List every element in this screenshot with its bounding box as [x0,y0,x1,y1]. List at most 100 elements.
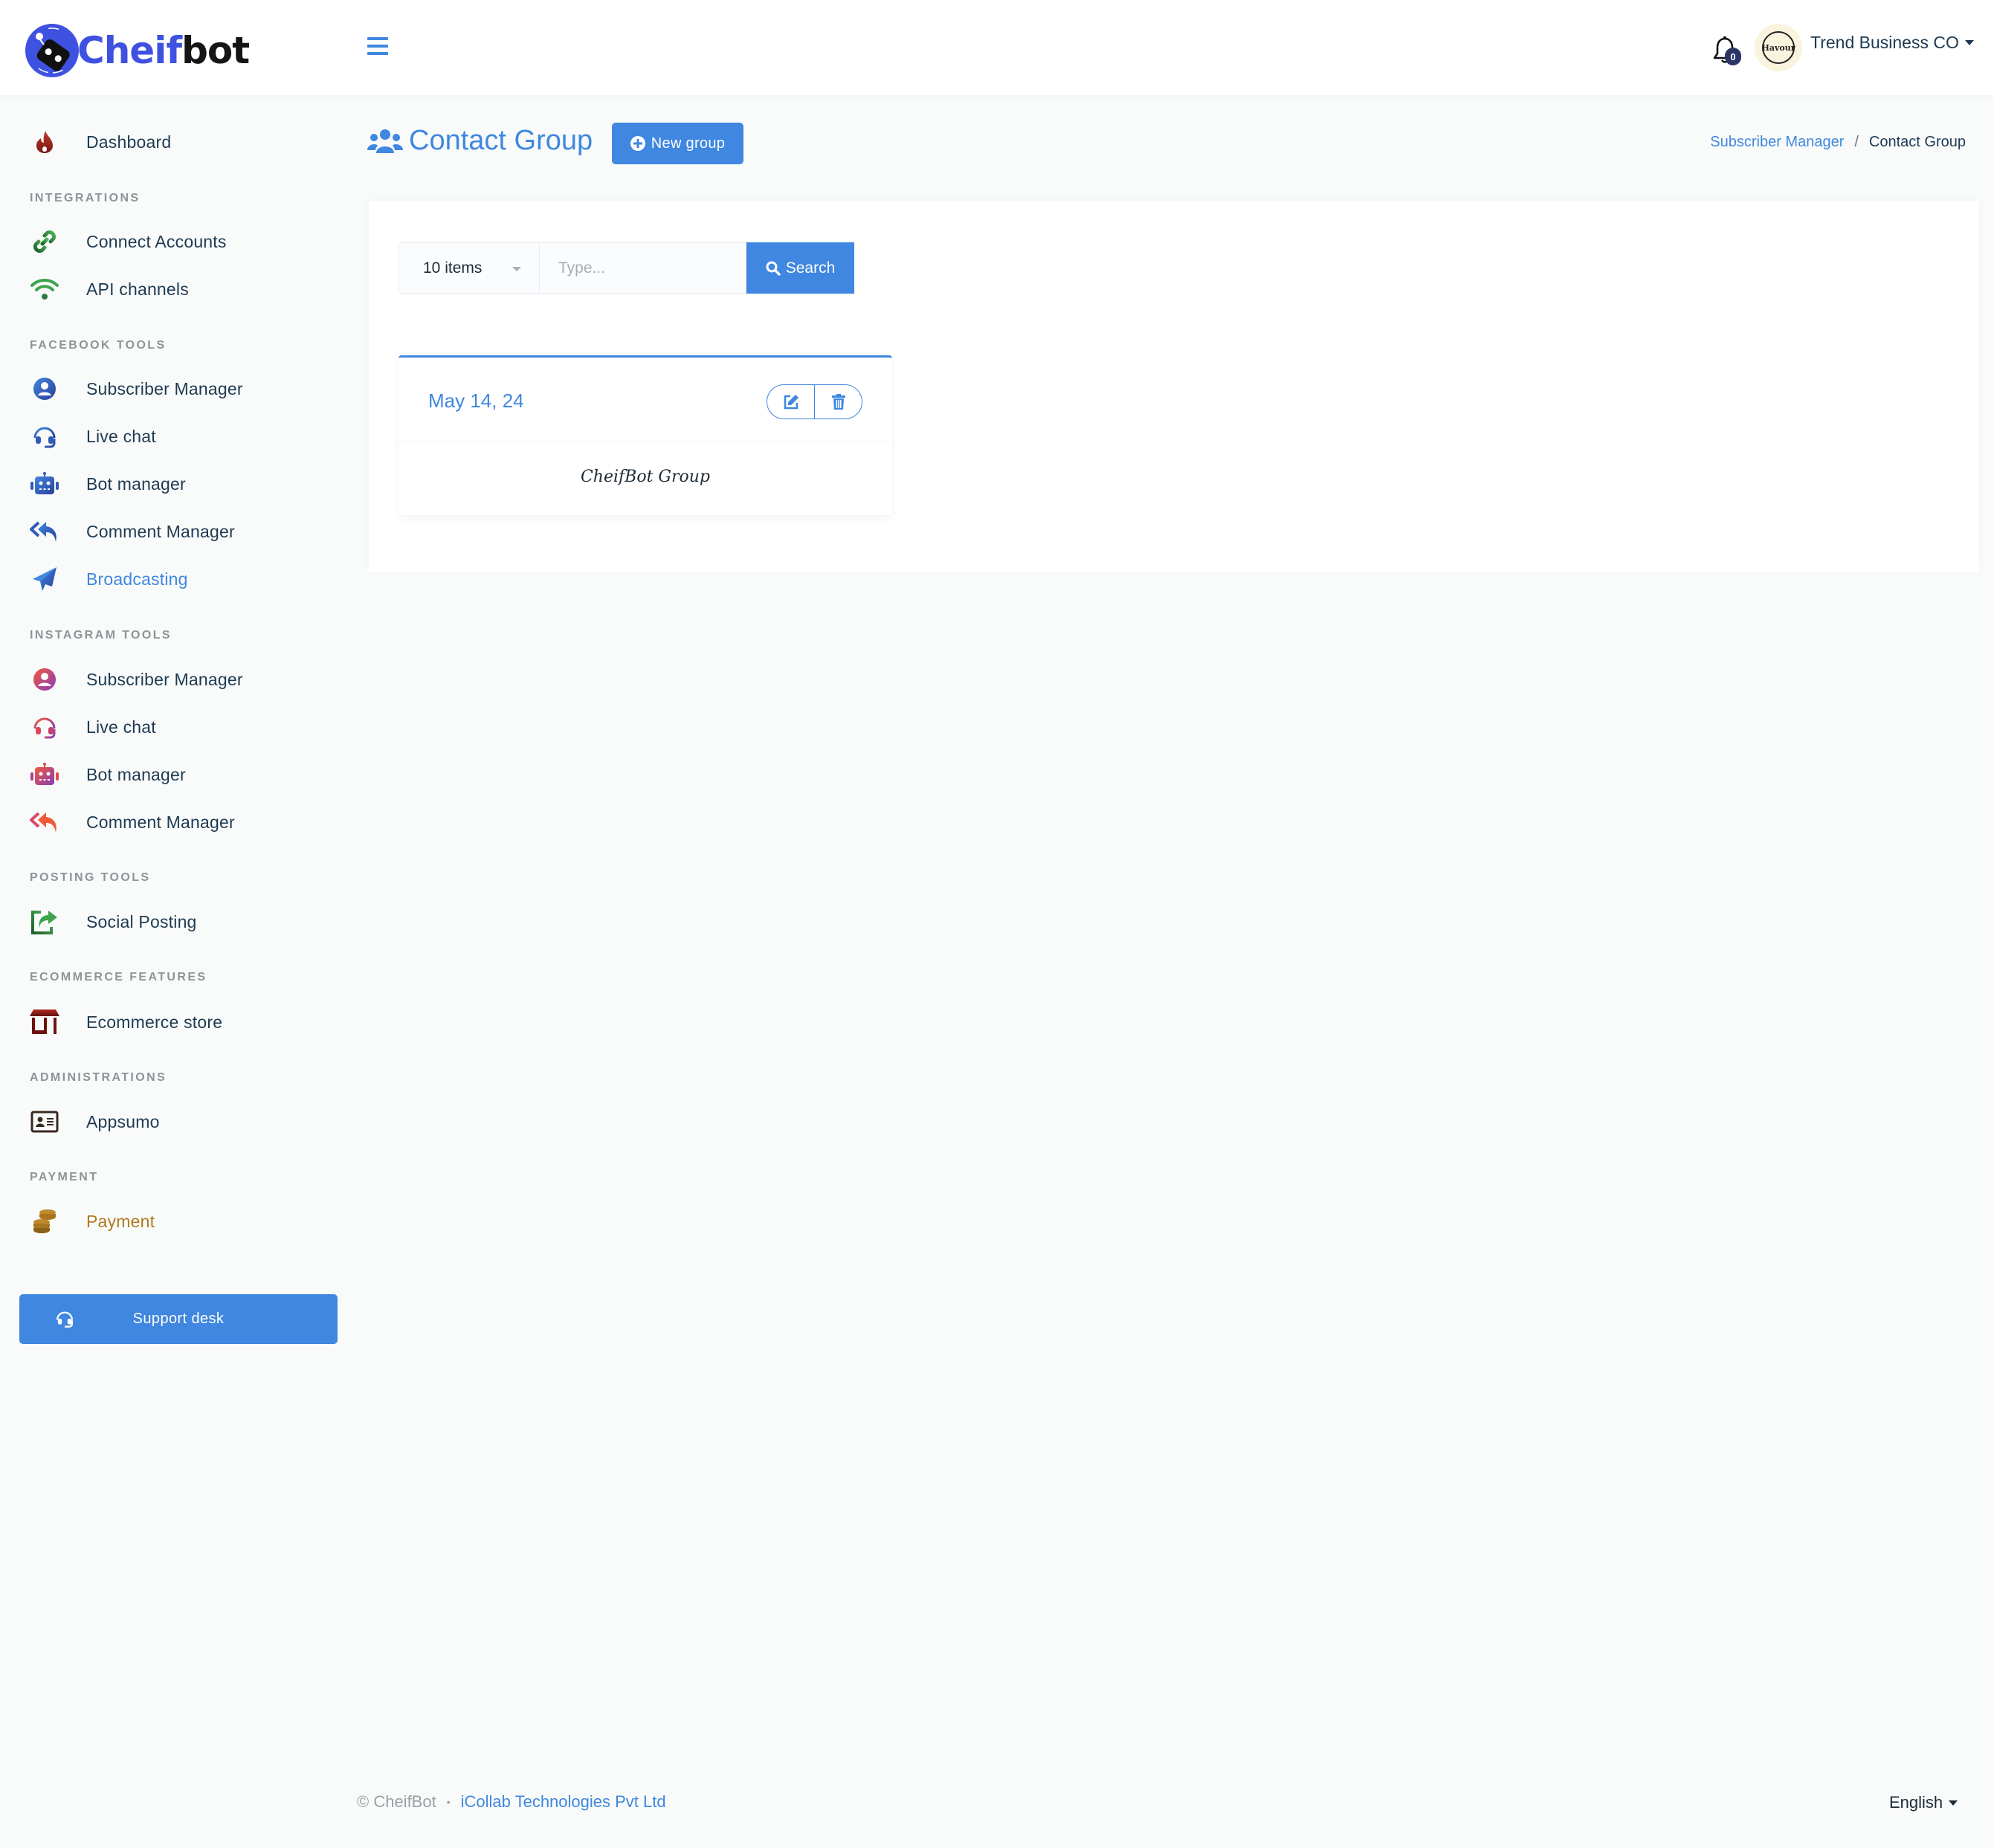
breadcrumb-separator: / [1854,134,1859,150]
user-circle-icon [30,665,59,694]
delete-group-button[interactable] [814,385,862,419]
users-icon [367,129,403,153]
page-size-select[interactable]: 10 items [399,242,540,294]
sidebar-item-appsumo[interactable]: Appsumo [0,1102,342,1141]
robot-icon [30,469,59,499]
sidebar-item-social-posting[interactable]: Social Posting [0,902,342,941]
sidebar-item-label: Subscriber Manager [86,669,243,689]
coins-icon [30,1206,59,1236]
sidebar-item-label: Payment [86,1211,155,1231]
sidebar-item-label: Comment Manager [86,521,235,541]
section-heading-integrations: INTEGRATIONS [30,192,141,204]
store-icon [30,1007,59,1037]
section-heading-posting-tools: POSTING TOOLS [30,871,151,884]
brand-logo[interactable]: Cheifbot [24,21,250,80]
new-group-label: New group [651,135,726,152]
footer-bullet: • [446,1796,451,1808]
breadcrumb-current: Contact Group [1868,134,1966,150]
new-group-button[interactable]: New group [612,123,743,164]
menu-toggle-icon[interactable] [367,37,388,56]
headset-icon [56,1311,74,1328]
sidebar-item-ig-live-chat[interactable]: Live chat [0,708,342,746]
sidebar-item-api-channels[interactable]: API channels [0,270,342,308]
language-dropdown[interactable]: English [1889,1793,1958,1812]
sidebar-item-ig-comment-manager[interactable]: Comment Manager [0,803,342,841]
user-circle-icon [30,374,59,404]
sidebar-item-dashboard[interactable]: Dashboard [0,123,342,161]
brand-name-part2: bot [181,29,250,72]
support-desk-label: Support desk [132,1311,225,1327]
section-heading-instagram-tools: INSTAGRAM TOOLS [30,629,172,642]
robot-icon [30,760,59,789]
footer-copyright: © CheifBot [357,1792,436,1811]
sidebar-item-ig-subscriber-manager[interactable]: Subscriber Manager [0,660,342,699]
sidebar-item-fb-comment-manager[interactable]: Comment Manager [0,512,342,551]
id-card-icon [30,1107,59,1137]
caret-down-icon [1964,40,1974,45]
notification-badge: 0 [1725,48,1741,65]
section-heading-payment: PAYMENT [30,1171,99,1183]
caret-down-icon [512,267,521,271]
sidebar-item-payment[interactable]: Payment [0,1202,342,1241]
user-menu-dropdown[interactable]: Trend Business CO [1810,33,1974,53]
sidebar-item-label: API channels [86,279,189,299]
brand-name: Cheifbot [77,29,250,72]
language-label: English [1889,1793,1943,1812]
caret-down-icon [1949,1800,1958,1806]
group-date: May 14, 24 [428,390,524,412]
group-actions [767,384,862,419]
edit-group-button[interactable] [767,385,814,419]
wifi-icon [30,274,59,304]
sidebar-item-label: Ecommerce store [86,1012,223,1032]
paper-plane-icon [30,564,59,594]
breadcrumb: Subscriber Manager / Contact Group [1710,134,1966,151]
section-heading-administrations: ADMINISTRATIONS [30,1071,167,1084]
section-heading-ecommerce-features: ECOMMERCE FEATURES [30,971,207,983]
sidebar-item-label: Live chat [86,717,156,737]
page-title: Contact Group [367,125,593,157]
headset-icon [30,421,59,451]
section-heading-facebook-tools: FACEBOOK TOOLS [30,339,167,352]
sidebar-item-ig-bot-manager[interactable]: Bot manager [0,755,342,794]
search-button-label: Search [785,259,836,277]
page-title-text: Contact Group [409,125,593,156]
sidebar-item-label: Comment Manager [86,812,235,832]
top-bar: Cheifbot 0 Havour Trend Business CO [0,0,1994,95]
sidebar-item-fb-bot-manager[interactable]: Bot manager [0,465,342,503]
reply-all-icon [30,807,59,837]
sidebar-item-fb-subscriber-manager[interactable]: Subscriber Manager [0,369,342,408]
edit-icon [784,394,798,409]
search-input[interactable] [540,242,746,294]
sidebar-item-label: Dashboard [86,132,172,152]
sidebar-item-label: Broadcasting [86,569,188,589]
sidebar-item-label: Subscriber Manager [86,378,243,398]
robot-logo-icon [25,24,79,77]
user-name: Trend Business CO [1810,33,1959,52]
sidebar-item-ecommerce-store[interactable]: Ecommerce store [0,1003,342,1041]
group-name[interactable]: CheifBot Group [399,468,892,486]
sidebar-item-connect-accounts[interactable]: Connect Accounts [0,222,342,261]
support-desk-button[interactable]: Support desk [19,1294,338,1344]
search-button[interactable]: Search [746,242,854,294]
avatar-logo: Havour [1761,31,1795,64]
sidebar-item-label: Social Posting [86,911,197,931]
page-size-value: 10 items [423,259,483,277]
share-square-icon [30,907,59,937]
headset-icon [30,712,59,742]
sidebar-item-label: Bot manager [86,764,186,784]
sidebar-item-fb-live-chat[interactable]: Live chat [0,417,342,456]
sidebar-item-label: Live chat [86,426,156,446]
reply-all-icon [30,517,59,546]
sidebar-item-fb-broadcasting[interactable]: Broadcasting [0,560,342,598]
brand-name-part1: Cheif [77,29,182,72]
link-icon [30,227,59,256]
footer-company-link[interactable]: iCollab Technologies Pvt Ltd [461,1792,666,1812]
sidebar-item-label: Appsumo [86,1111,160,1131]
sidebar-item-label: Connect Accounts [86,231,227,251]
breadcrumb-subscriber-manager[interactable]: Subscriber Manager [1710,134,1844,151]
avatar[interactable]: Havour [1755,24,1802,71]
footer: © CheifBot • iCollab Technologies Pvt Lt… [357,1792,666,1812]
plus-circle-icon [630,136,645,151]
search-icon [766,261,781,276]
fire-icon [30,127,59,157]
